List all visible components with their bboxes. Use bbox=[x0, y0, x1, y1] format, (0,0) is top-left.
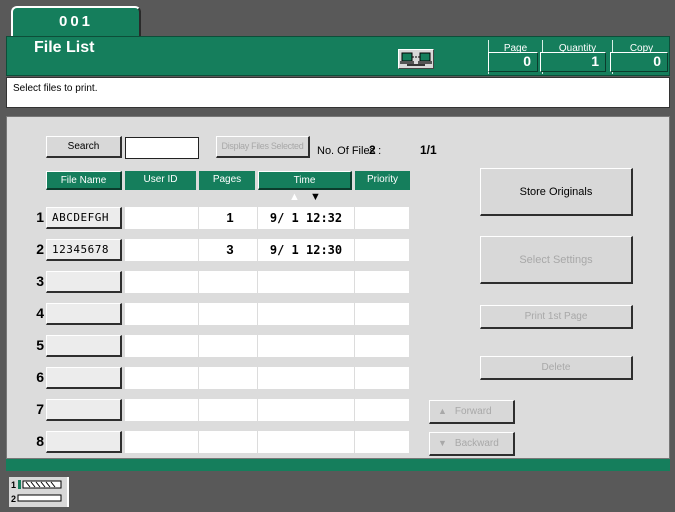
time-cell: 9/ 1 12:30 bbox=[258, 239, 355, 261]
row-number: 4 bbox=[36, 305, 44, 321]
file-name-button[interactable] bbox=[46, 271, 122, 293]
network-icon bbox=[400, 52, 432, 66]
bottom-accent-bar bbox=[6, 459, 670, 471]
priority-cell bbox=[355, 367, 410, 389]
backward-label: Backward bbox=[454, 438, 499, 449]
backward-button[interactable]: ▼ Backward bbox=[429, 432, 515, 456]
copy-counter-value: 0 bbox=[610, 52, 668, 72]
user-id-cell bbox=[125, 239, 199, 261]
row-number: 6 bbox=[36, 369, 44, 385]
user-id-cell bbox=[125, 335, 199, 357]
page-title: File List bbox=[34, 39, 95, 56]
row-number: 1 bbox=[36, 209, 44, 225]
row-number: 5 bbox=[36, 337, 44, 353]
time-cell bbox=[258, 303, 355, 325]
row-number: 3 bbox=[36, 273, 44, 289]
pages-cell bbox=[199, 303, 258, 325]
row-number: 7 bbox=[36, 401, 44, 417]
file-name-button[interactable]: ABCDEFGH bbox=[46, 207, 122, 229]
paper-tray-status: 1 2 bbox=[9, 477, 69, 507]
message-text: Select files to print. bbox=[13, 83, 98, 94]
forward-label: Forward bbox=[454, 406, 492, 417]
tray-1-number: 1 bbox=[11, 480, 16, 490]
pages-cell bbox=[199, 335, 258, 357]
pages-cell bbox=[199, 431, 258, 453]
search-input[interactable] bbox=[125, 137, 199, 159]
pages-cell: 1 bbox=[199, 207, 258, 229]
priority-cell bbox=[355, 303, 410, 325]
pages-cell: 3 bbox=[199, 239, 258, 261]
search-button[interactable]: Search bbox=[46, 136, 122, 158]
file-name-button[interactable] bbox=[46, 335, 122, 357]
time-cell bbox=[258, 335, 355, 357]
file-name-button[interactable] bbox=[46, 431, 122, 453]
quantity-counter-value: 1 bbox=[540, 52, 606, 72]
priority-cell bbox=[355, 335, 410, 357]
time-cell bbox=[258, 271, 355, 293]
column-header-pages: Pages bbox=[199, 171, 255, 190]
user-id-cell bbox=[125, 303, 199, 325]
file-name-button[interactable] bbox=[46, 367, 122, 389]
time-cell bbox=[258, 431, 355, 453]
arrow-up-icon: ▲ bbox=[438, 406, 447, 416]
paper-tray-icon: 1 2 bbox=[9, 477, 69, 507]
network-button[interactable] bbox=[398, 49, 434, 69]
user-id-cell bbox=[125, 207, 199, 229]
column-header-file-name[interactable]: File Name bbox=[46, 171, 122, 190]
user-id-cell bbox=[125, 271, 199, 293]
print-first-page-button[interactable]: Print 1st Page bbox=[480, 305, 633, 329]
priority-cell bbox=[355, 239, 410, 261]
copy-counter: Copy 0 bbox=[610, 40, 670, 74]
priority-cell bbox=[355, 399, 410, 421]
priority-cell bbox=[355, 431, 410, 453]
quantity-counter: Quantity 1 bbox=[540, 40, 612, 74]
priority-cell bbox=[355, 207, 410, 229]
priority-cell bbox=[355, 271, 410, 293]
pages-cell bbox=[199, 399, 258, 421]
column-header-priority: Priority bbox=[355, 171, 410, 190]
user-id-cell bbox=[125, 399, 199, 421]
time-cell bbox=[258, 367, 355, 389]
store-originals-button[interactable]: Store Originals bbox=[480, 168, 633, 216]
arrow-down-icon: ▼ bbox=[438, 438, 447, 448]
page-indicator: 1/1 bbox=[420, 143, 437, 157]
file-count-value: 2 bbox=[369, 143, 376, 157]
user-id-cell bbox=[125, 431, 199, 453]
pages-cell bbox=[199, 367, 258, 389]
time-cell bbox=[258, 399, 355, 421]
job-tab[interactable]: 001 bbox=[11, 6, 141, 38]
display-files-selected-button[interactable]: Display Files Selected bbox=[216, 136, 310, 158]
row-number: 8 bbox=[36, 433, 44, 449]
row-number: 2 bbox=[36, 241, 44, 257]
file-name-button[interactable] bbox=[46, 399, 122, 421]
sort-descending-icon[interactable]: ▼ bbox=[310, 191, 321, 203]
file-name-button[interactable] bbox=[46, 303, 122, 325]
page-counter: Page 0 bbox=[488, 40, 542, 74]
message-bar: Select files to print. bbox=[6, 77, 670, 108]
column-header-time[interactable]: Time bbox=[258, 171, 352, 190]
forward-button[interactable]: ▲ Forward bbox=[429, 400, 515, 424]
column-header-user-id: User ID bbox=[125, 171, 196, 190]
page-counter-value: 0 bbox=[488, 52, 538, 72]
sort-ascending-icon[interactable]: ▲ bbox=[289, 191, 300, 203]
delete-button[interactable]: Delete bbox=[480, 356, 633, 380]
pages-cell bbox=[199, 271, 258, 293]
tray-2-number: 2 bbox=[11, 494, 16, 504]
file-name-button[interactable]: 12345678 bbox=[46, 239, 122, 261]
user-id-cell bbox=[125, 367, 199, 389]
select-settings-button[interactable]: Select Settings bbox=[480, 236, 633, 284]
time-cell: 9/ 1 12:32 bbox=[258, 207, 355, 229]
